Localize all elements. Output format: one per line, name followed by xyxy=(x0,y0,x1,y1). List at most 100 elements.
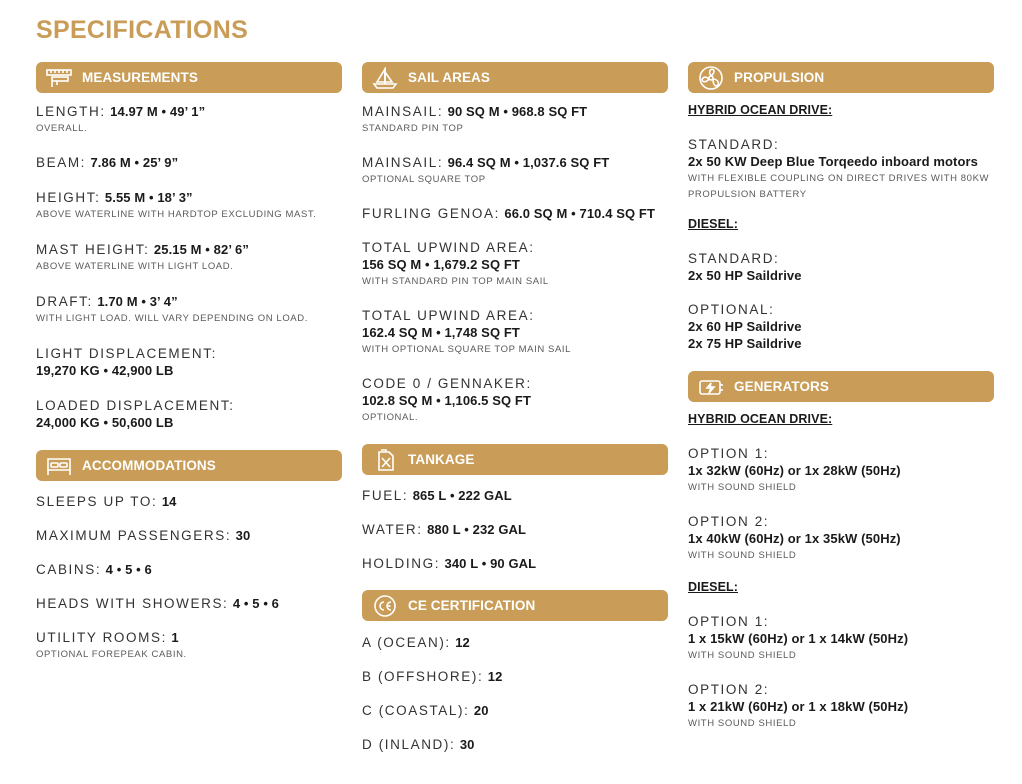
spec-label: TOTAL UPWIND AREA: xyxy=(362,240,535,255)
measurements-title: MEASUREMENTS xyxy=(82,70,198,85)
spec-note: OPTIONAL SQUARE TOP xyxy=(362,174,486,185)
spec-passengers: MAXIMUM PASSENGERS: 30 xyxy=(36,527,342,544)
spec-ce-b: B (OFFSHORE): 12 xyxy=(362,668,668,685)
spec-value: 1x 40kW (60Hz) or 1x 35kW (50Hz) xyxy=(688,531,901,546)
spec-hybrid-standard: STANDARD: 2x 50 KW Deep Blue Torqeedo in… xyxy=(688,136,994,203)
spec-note: WITH SOUND SHIELD xyxy=(688,550,797,561)
ce-mark-icon xyxy=(370,593,400,619)
spec-label: FURLING GENOA: xyxy=(362,206,500,221)
ce-certification-title: CE CERTIFICATION xyxy=(408,598,536,613)
generators-diesel-heading: DIESEL: xyxy=(688,580,739,594)
spec-note: WITH STANDARD PIN TOP MAIN SAIL xyxy=(362,276,549,287)
spec-value: 30 xyxy=(235,528,251,543)
tankage-title: TANKAGE xyxy=(408,452,475,467)
measurements-header: MEASUREMENTS xyxy=(36,62,342,93)
spec-label: D (INLAND): xyxy=(362,737,456,752)
spec-note: WITH OPTIONAL SQUARE TOP MAIN SAIL xyxy=(362,344,572,355)
spec-beam: BEAM: 7.86 M • 25’ 9” xyxy=(36,154,342,171)
spec-value: 4 • 5 • 6 xyxy=(105,562,152,577)
spec-label: LIGHT DISPLACEMENT: xyxy=(36,346,217,361)
spec-note: STANDARD PIN TOP xyxy=(362,123,464,134)
spec-ce-a: A (OCEAN): 12 xyxy=(362,634,668,651)
spec-label: C (COASTAL): xyxy=(362,703,470,718)
spec-value: 1 xyxy=(171,630,179,645)
spec-label: MAINSAIL: xyxy=(362,104,444,119)
spec-upwind-optional: TOTAL UPWIND AREA: 162.4 SQ M • 1,748 SQ… xyxy=(362,307,668,358)
spec-note: ABOVE WATERLINE WITH LIGHT LOAD. xyxy=(36,261,234,272)
spec-label: OPTION 2: xyxy=(688,514,770,529)
spec-height: HEIGHT: 5.55 M • 18’ 3” ABOVE WATERLINE … xyxy=(36,189,342,223)
spec-length: LENGTH: 14.97 M • 49’ 1” OVERALL. xyxy=(36,103,342,137)
spec-water: WATER: 880 L • 232 GAL xyxy=(362,521,668,538)
sail-areas-header: SAIL AREAS xyxy=(362,62,668,93)
ruler-caliper-icon xyxy=(44,65,74,91)
spec-label: WATER: xyxy=(362,522,423,537)
spec-note: WITH LIGHT LOAD. WILL VARY DEPENDING ON … xyxy=(36,313,308,324)
spec-value: 66.0 SQ M • 710.4 SQ FT xyxy=(504,206,656,221)
spec-sleeps: SLEEPS UP TO: 14 xyxy=(36,493,342,510)
spec-value: 1.70 M • 3’ 4” xyxy=(97,294,178,309)
spec-value: 102.8 SQ M • 1,106.5 SQ FT xyxy=(362,393,532,408)
spec-value: 865 L • 222 GAL xyxy=(412,488,512,503)
ce-certification-header: CE CERTIFICATION xyxy=(362,590,668,621)
spec-label: HOLDING: xyxy=(362,556,441,571)
spec-note: WITH SOUND SHIELD xyxy=(688,482,797,493)
column-middle: SAIL AREAS MAINSAIL: 90 SQ M • 968.8 SQ … xyxy=(362,62,668,753)
spec-note: WITH FLEXIBLE COUPLING ON DIRECT DRIVES … xyxy=(688,173,990,200)
spec-mainsail-standard: MAINSAIL: 90 SQ M • 968.8 SQ FT STANDARD… xyxy=(362,103,668,137)
generators-header: GENERATORS xyxy=(688,371,994,402)
spec-label: OPTION 2: xyxy=(688,682,770,697)
spec-label: SLEEPS UP TO: xyxy=(36,494,158,509)
spec-label: B (OFFSHORE): xyxy=(362,669,484,684)
spec-mainsail-optional: MAINSAIL: 96.4 SQ M • 1,037.6 SQ FT OPTI… xyxy=(362,154,668,188)
spec-holding: HOLDING: 340 L • 90 GAL xyxy=(362,555,668,572)
spec-value: 2x 75 HP Saildrive xyxy=(688,336,802,351)
spec-label: MAXIMUM PASSENGERS: xyxy=(36,528,232,543)
spec-value: 90 SQ M • 968.8 SQ FT xyxy=(447,104,588,119)
spec-note: OPTIONAL FOREPEAK CABIN. xyxy=(36,649,187,660)
accommodations-title: ACCOMMODATIONS xyxy=(82,458,216,473)
spec-value: 30 xyxy=(459,737,475,752)
spec-cabins: CABINS: 4 • 5 • 6 xyxy=(36,561,342,578)
spec-note: ABOVE WATERLINE WITH HARDTOP EXCLUDING M… xyxy=(36,209,317,220)
spec-generator-diesel-option1: OPTION 1: 1 x 15kW (60Hz) or 1 x 14kW (5… xyxy=(688,613,994,664)
spec-generator-hybrid-option1: OPTION 1: 1x 32kW (60Hz) or 1x 28kW (50H… xyxy=(688,445,994,496)
spec-label: DRAFT: xyxy=(36,294,93,309)
spec-value: 1 x 15kW (60Hz) or 1 x 14kW (50Hz) xyxy=(688,631,909,646)
spec-utility: UTILITY ROOMS: 1 OPTIONAL FOREPEAK CABIN… xyxy=(36,629,342,663)
spec-value: 7.86 M • 25’ 9” xyxy=(90,155,179,170)
spec-label: A (OCEAN): xyxy=(362,635,451,650)
spec-furling-genoa: FURLING GENOA: 66.0 SQ M • 710.4 SQ FT xyxy=(362,205,668,222)
column-left: MEASUREMENTS LENGTH: 14.97 M • 49’ 1” OV… xyxy=(36,62,342,663)
spec-light-displacement: LIGHT DISPLACEMENT: 19,270 KG • 42,900 L… xyxy=(36,345,342,379)
spec-note: WITH SOUND SHIELD xyxy=(688,650,797,661)
generators-title: GENERATORS xyxy=(734,379,830,394)
spec-value: 2x 50 HP Saildrive xyxy=(688,268,802,283)
propeller-icon xyxy=(696,65,726,91)
spec-note: OVERALL. xyxy=(36,123,88,134)
spec-ce-c: C (COASTAL): 20 xyxy=(362,702,668,719)
spec-upwind-standard: TOTAL UPWIND AREA: 156 SQ M • 1,679.2 SQ… xyxy=(362,239,668,290)
spec-value: 12 xyxy=(487,669,503,684)
accommodations-header: ACCOMMODATIONS xyxy=(36,450,342,481)
spec-value: 880 L • 232 GAL xyxy=(427,522,527,537)
spec-label: OPTION 1: xyxy=(688,614,770,629)
diesel-heading: DIESEL: xyxy=(688,217,739,231)
spec-label: STANDARD: xyxy=(688,137,780,152)
spec-value: 2x 60 HP Saildrive xyxy=(688,319,802,334)
spec-loaded-displacement: LOADED DISPLACEMENT: 24,000 KG • 50,600 … xyxy=(36,397,342,431)
propulsion-header: PROPULSION xyxy=(688,62,994,93)
tankage-header: TANKAGE xyxy=(362,444,668,475)
spec-value: 12 xyxy=(455,635,470,650)
page-title: SPECIFICATIONS xyxy=(36,16,249,44)
spec-value: 96.4 SQ M • 1,037.6 SQ FT xyxy=(447,155,610,170)
spec-value: 14 xyxy=(161,494,177,509)
spec-label: CABINS: xyxy=(36,562,102,577)
bed-icon xyxy=(44,453,74,479)
hybrid-ocean-drive-heading: HYBRID OCEAN DRIVE: xyxy=(688,103,833,117)
spec-value: 14.97 M • 49’ 1” xyxy=(110,104,206,119)
spec-label: FUEL: xyxy=(362,488,409,503)
spec-label: HEADS WITH SHOWERS: xyxy=(36,596,229,611)
spec-label: LOADED DISPLACEMENT: xyxy=(36,398,235,413)
spec-value: 20 xyxy=(473,703,489,718)
